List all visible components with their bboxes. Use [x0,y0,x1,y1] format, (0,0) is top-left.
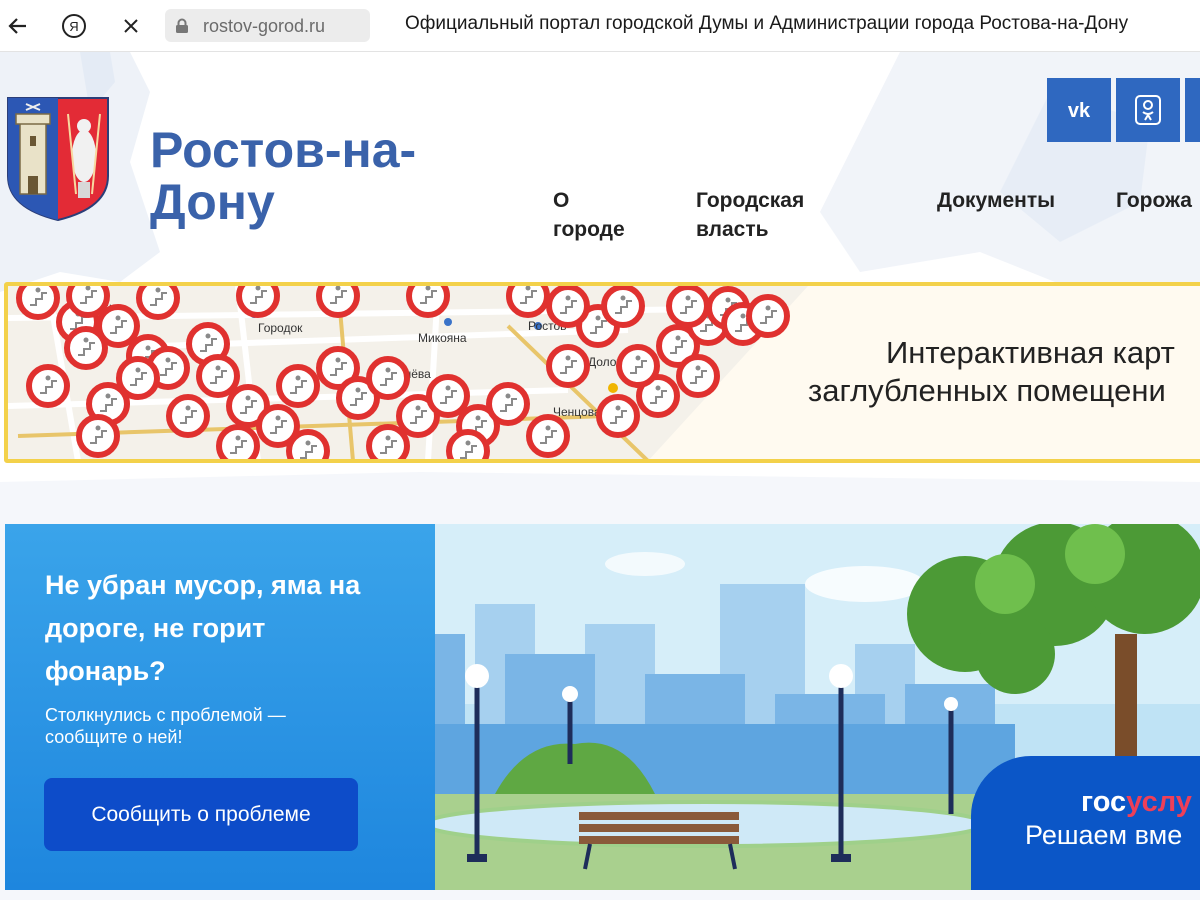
site-page: Ростов-на- Дону vk О городе Городская вл… [0,52,1200,900]
shelter-marker-icon [506,286,550,318]
page-title: Официальный портал городской Думы и Адми… [405,13,1129,34]
nav-citizens[interactable]: Горожа [1116,186,1192,215]
nav-documents[interactable]: Документы [937,186,1055,215]
shelter-marker-icon [26,364,70,408]
gosuslugi-badge[interactable]: госуслу Решаем вме [971,756,1200,890]
banner-title: Интерактивная карт заглубленных помещени [808,334,1200,410]
map-label: Ченцова [553,405,601,419]
shelter-marker-icon [486,382,530,426]
shelter-marker-icon [366,424,410,459]
shelter-marker-icon [216,424,260,459]
shelter-marker-icon [746,294,790,338]
city-name[interactable]: Ростов-на- Дону [150,124,470,228]
shelter-marker-icon [526,414,570,458]
odnoklassniki-icon [1135,95,1161,125]
shelter-marker-icon [276,364,320,408]
svg-text:vk: vk [1068,100,1091,121]
address-bar[interactable]: rostov-gorod.ru [165,9,370,42]
shelter-marker-icon [16,286,60,320]
shelter-marker-icon [446,429,490,459]
report-problem-banner[interactable]: Не убран мусор, яма на дороге, не горит … [5,524,1200,890]
address-domain: rostov-gorod.ru [203,16,326,36]
browser-toolbar: Я rostov-gorod.ru Официальный портал гор… [0,0,1200,52]
shelter-marker-icon [316,286,360,318]
banner-title-line1: Интерактивная карт [886,335,1175,370]
shelter-marker-icon [196,354,240,398]
shelter-marker-icon [166,394,210,438]
map-label: Городок [258,321,303,335]
shelter-marker-icon [546,344,590,388]
shelter-marker-icon [236,286,280,318]
shelter-marker-icon [601,286,645,328]
gosuslugi-slogan: Решаем вме [1025,820,1183,850]
close-icon [124,19,138,33]
shelter-marker-icon [616,344,660,388]
shelter-marker-icon [64,326,108,370]
back-button[interactable] [2,10,34,42]
shelter-marker-icon [676,354,720,398]
vk-button[interactable]: vk [1047,78,1111,142]
social-button-partial[interactable] [1185,78,1200,142]
interactive-map-banner[interactable]: ул. Городок Микояна Ростов Долохова Жучё… [4,282,1200,463]
map-label: Микояна [418,331,467,345]
promo-text-panel: Не убран мусор, яма на дороге, не горит … [5,524,435,890]
odnoklassniki-button[interactable] [1116,78,1180,142]
shelter-marker-icon [666,286,710,328]
svg-text:Я: Я [69,19,78,34]
shelter-marker-icon [66,286,110,318]
shelter-marker-icon [596,394,640,438]
yandex-icon: Я [62,14,86,38]
arrow-left-icon [8,18,26,34]
close-tab-button[interactable] [115,10,147,42]
gosuslugi-logo-part1: гос [1081,786,1127,818]
nav-about-city[interactable]: О городе [553,186,663,244]
gosuslugi-logo: госуслу [1081,786,1192,819]
nav-city-government[interactable]: Городская власть [696,186,846,244]
yandex-button[interactable]: Я [58,10,90,42]
shelter-marker-icon [76,414,120,458]
promo-subtext: Столкнулись с проблемой — сообщите о ней… [45,705,286,747]
promo-heading: Не убран мусор, яма на дороге, не горит … [45,570,361,686]
shelter-marker-icon [136,286,180,320]
shelter-marker-icon [406,286,450,318]
shelter-marker-icon [426,374,470,418]
shelter-marker-icon [286,429,330,459]
lock-icon [176,18,188,33]
shelter-marker-icon [546,286,590,328]
report-problem-button[interactable]: Сообщить о проблеме [44,778,358,851]
gosuslugi-logo-part2: услу [1126,786,1192,818]
banner-title-line2: заглубленных помещени [808,373,1166,408]
shelter-marker-icon [366,356,410,400]
vk-icon: vk [1068,100,1091,121]
coat-of-arms-icon [7,97,109,222]
